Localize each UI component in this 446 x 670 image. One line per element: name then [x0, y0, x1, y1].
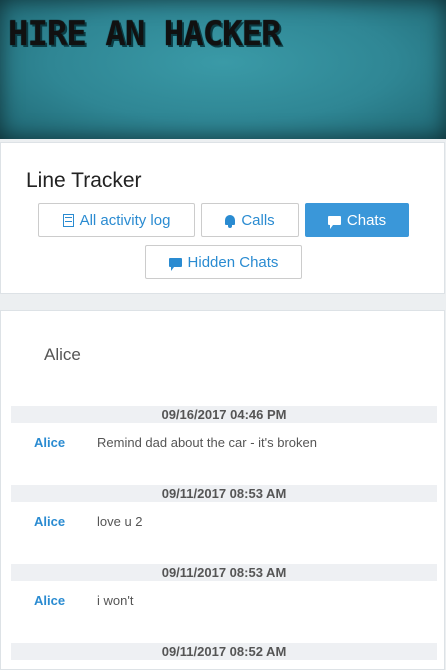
message-row: Alice love u 2	[1, 514, 446, 534]
date-separator: 09/11/2017 08:53 AM	[11, 485, 437, 502]
page-title: Line Tracker	[26, 169, 142, 192]
date-separator: 09/11/2017 08:52 AM	[11, 643, 437, 660]
chats-button[interactable]: Chats	[305, 203, 409, 237]
all-activity-log-button[interactable]: All activity log	[38, 203, 195, 237]
message-row: Alice i won't	[1, 593, 446, 613]
message-row: Alice Remind dad about the car - it's br…	[1, 435, 446, 455]
calls-button[interactable]: Calls	[201, 203, 299, 237]
bell-icon	[225, 215, 236, 228]
message-sender[interactable]: Alice	[34, 514, 65, 529]
message-text: Remind dad about the car - it's broken	[97, 435, 317, 450]
message-sender[interactable]: Alice	[34, 435, 65, 450]
message-sender[interactable]: Alice	[34, 593, 65, 608]
header-banner: HIRE AN HACKER	[0, 0, 446, 139]
chats-label: Chats	[346, 211, 387, 229]
chat-icon	[327, 215, 341, 229]
log-icon	[62, 213, 74, 227]
contact-name: Alice	[44, 345, 81, 364]
chat-icon	[168, 257, 182, 271]
banner-title: HIRE AN HACKER	[8, 14, 282, 54]
message-text: love u 2	[97, 514, 143, 529]
calls-label: Calls	[241, 211, 275, 229]
date-separator: 09/11/2017 08:53 AM	[11, 564, 437, 581]
message-text: i won't	[97, 593, 134, 608]
chat-panel: Alice 09/16/2017 04:46 PM Alice Remind d…	[0, 310, 445, 670]
all-activity-log-label: All activity log	[79, 211, 171, 229]
hidden-chats-button[interactable]: Hidden Chats	[145, 245, 302, 279]
date-separator: 09/16/2017 04:46 PM	[11, 406, 437, 423]
tracker-panel: Line Tracker All activity log Calls Chat…	[0, 142, 445, 294]
hidden-chats-label: Hidden Chats	[187, 253, 279, 271]
